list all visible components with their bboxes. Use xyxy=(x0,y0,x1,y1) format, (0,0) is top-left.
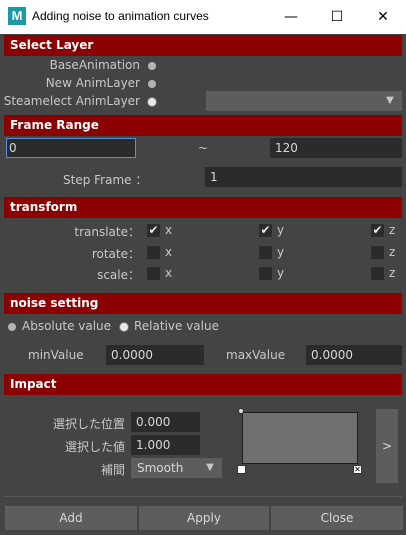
interpolation-value: Smooth xyxy=(137,461,184,475)
max-value-field[interactable]: 0.0000 xyxy=(306,345,402,365)
max-value-label: maxValue xyxy=(226,348,286,362)
layer-option-label-base: BaseAnimation xyxy=(49,58,140,72)
apply-button[interactable]: Apply xyxy=(139,506,269,530)
impact-curve-graph[interactable] xyxy=(242,412,358,464)
transform-header[interactable]: transform xyxy=(4,197,402,218)
scale-x-checkbox[interactable] xyxy=(147,267,160,280)
rotate-label: rotate： xyxy=(91,247,140,261)
relative-value-label: Relative value xyxy=(134,319,219,333)
translate-z-checkbox[interactable]: ✔ xyxy=(371,224,384,237)
scale-y-checkbox[interactable] xyxy=(259,267,272,280)
maximize-icon[interactable]: ☐ xyxy=(314,0,360,34)
layer-dropdown[interactable]: ▼ xyxy=(206,91,402,111)
relative-value-radio[interactable] xyxy=(120,323,128,331)
selected-position-field[interactable]: 0.000 xyxy=(131,412,200,432)
translate-label: translate： xyxy=(74,225,140,239)
bottom-divider xyxy=(4,496,402,497)
chevron-down-icon: ▼ xyxy=(386,95,394,106)
close-icon[interactable]: ✕ xyxy=(360,0,406,34)
absolute-value-label: Absolute value xyxy=(22,319,112,333)
layer-radio-new[interactable] xyxy=(148,80,156,88)
frame-range-header[interactable]: Frame Range xyxy=(4,115,402,136)
selected-value-field[interactable]: 1.000 xyxy=(131,435,200,455)
translate-x-label: x xyxy=(165,223,173,237)
frame-range-separator: ~ xyxy=(198,141,209,155)
selected-position-label: 選択した位置 xyxy=(52,417,125,431)
min-value-label: minValue xyxy=(28,348,84,362)
window-title: Adding noise to animation curves xyxy=(32,9,209,23)
rotate-x-label: x xyxy=(165,245,173,259)
absolute-value-radio[interactable] xyxy=(8,323,16,331)
frame-start-field[interactable]: 0 xyxy=(6,138,136,158)
select-layer-header[interactable]: Select Layer xyxy=(4,35,402,56)
step-frame-label: Step Frame ： xyxy=(63,173,148,187)
translate-y-label: y xyxy=(277,223,285,237)
layer-radio-base[interactable] xyxy=(148,62,156,70)
scale-label: scale： xyxy=(97,268,140,282)
add-button[interactable]: Add xyxy=(5,506,137,530)
interpolation-dropdown[interactable]: Smooth ▼ xyxy=(131,458,222,478)
rotate-x-checkbox[interactable] xyxy=(147,246,160,259)
layer-option-label-steamelect: Steamelect AnimLayer xyxy=(3,94,140,108)
translate-y-checkbox[interactable]: ✔ xyxy=(259,224,272,237)
curve-start-point-handle[interactable] xyxy=(238,408,244,414)
rotate-y-label: y xyxy=(277,245,285,259)
interpolation-label: 補間 xyxy=(100,463,125,477)
curve-key-handle[interactable] xyxy=(237,465,246,474)
scale-x-label: x xyxy=(165,266,173,280)
step-frame-field[interactable]: 1 xyxy=(205,167,402,187)
chevron-down-icon: ▼ xyxy=(206,462,214,473)
noise-setting-header[interactable]: noise setting xyxy=(4,293,402,314)
curve-end-point-handle[interactable]: ✕ xyxy=(353,465,362,474)
layer-option-label-new: New AnimLayer xyxy=(45,76,140,90)
min-value-field[interactable]: 0.0000 xyxy=(106,345,204,365)
translate-x-checkbox[interactable]: ✔ xyxy=(147,224,160,237)
rotate-y-checkbox[interactable] xyxy=(259,246,272,259)
rotate-z-checkbox[interactable] xyxy=(371,246,384,259)
scale-z-label: z xyxy=(389,266,396,280)
selected-value-label: 選択した値 xyxy=(64,440,125,454)
maya-app-icon: M xyxy=(8,7,26,25)
title-bar: M Adding noise to animation curves — ☐ ✕ xyxy=(0,0,406,34)
frame-end-field[interactable]: 120 xyxy=(270,138,402,158)
scale-y-label: y xyxy=(277,266,285,280)
expand-curve-button[interactable]: > xyxy=(376,409,398,483)
scale-z-checkbox[interactable] xyxy=(371,267,384,280)
layer-radio-steamelect[interactable] xyxy=(148,98,156,106)
close-button[interactable]: Close xyxy=(271,506,403,530)
translate-z-label: z xyxy=(389,223,396,237)
rotate-z-label: z xyxy=(389,245,396,259)
impact-header[interactable]: Impact xyxy=(4,374,402,395)
minimize-icon[interactable]: — xyxy=(268,0,314,34)
